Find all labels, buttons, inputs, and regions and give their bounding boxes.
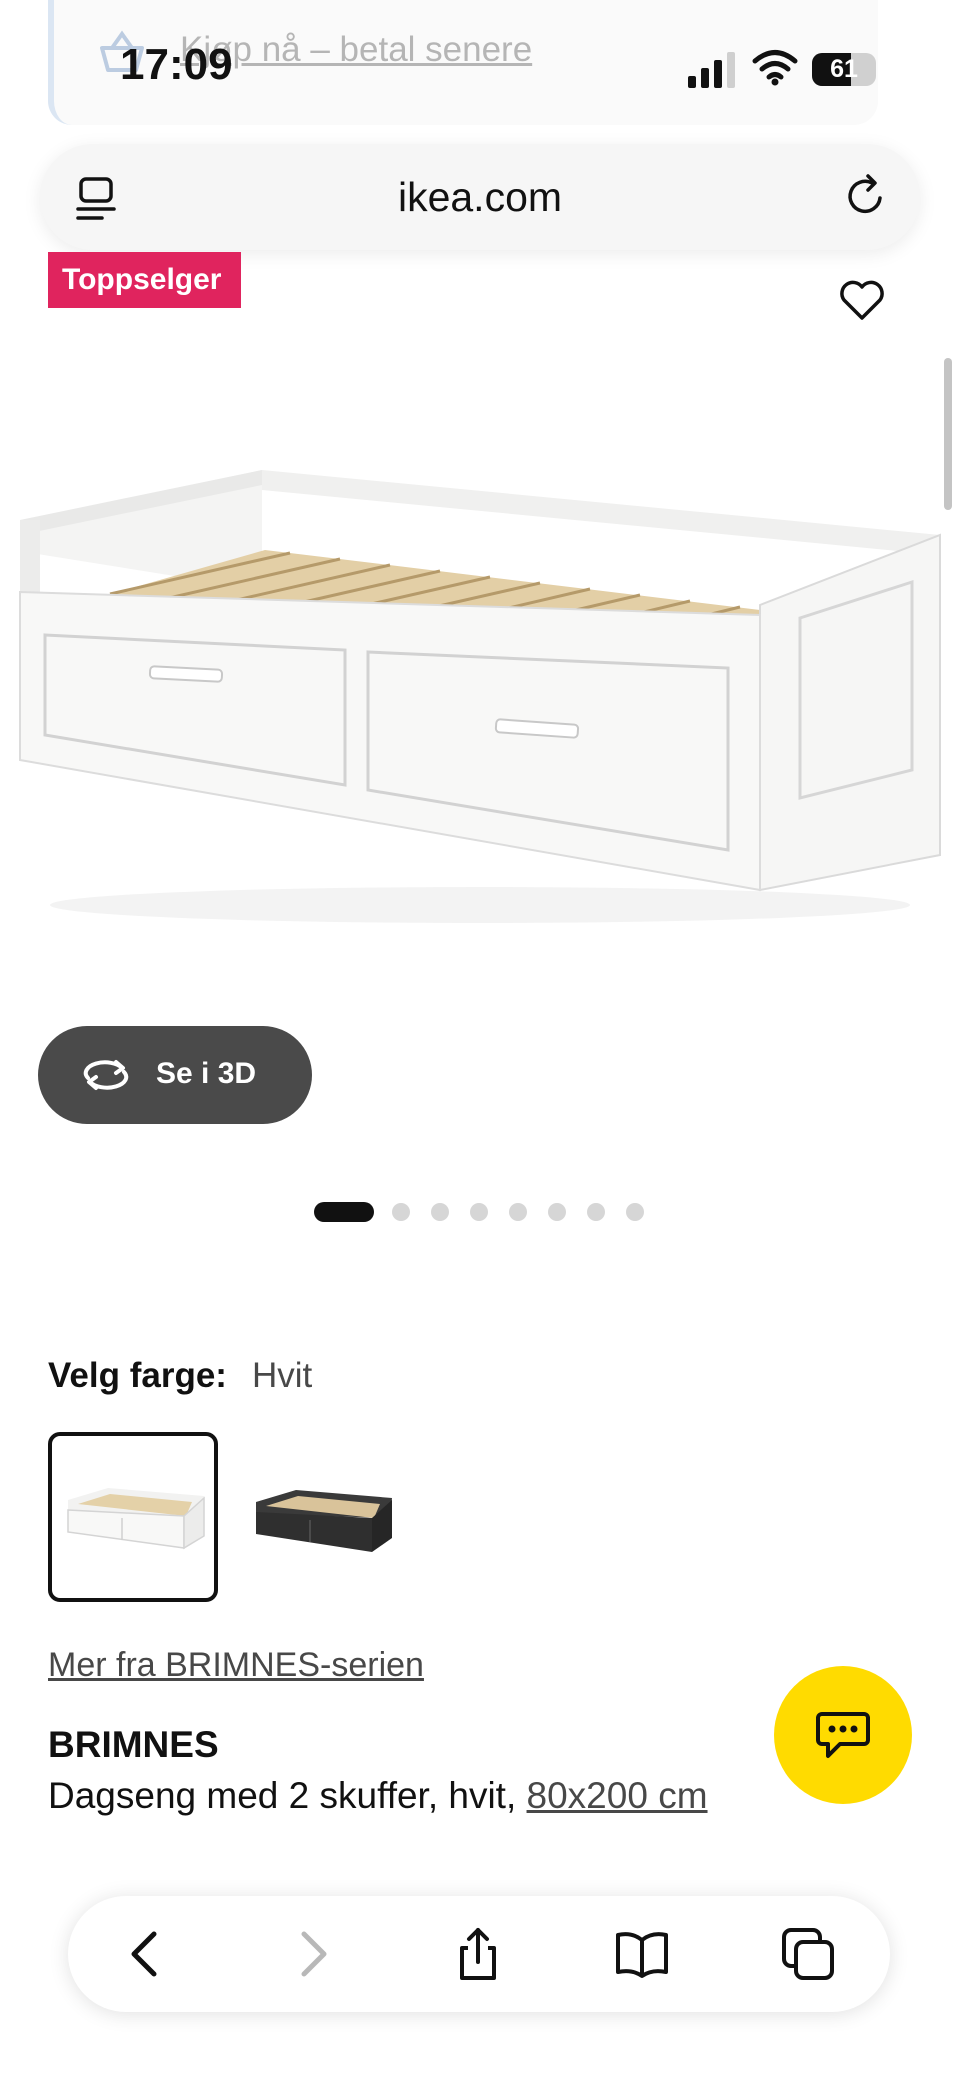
selected-color-value: Hvit xyxy=(252,1356,313,1395)
browser-toolbar xyxy=(68,1896,890,2012)
back-arrow-icon[interactable] xyxy=(118,1926,174,1982)
favorite-heart-icon[interactable] xyxy=(838,278,886,322)
carousel-dot[interactable] xyxy=(548,1203,566,1221)
product-image-daybed-white[interactable] xyxy=(0,330,960,1030)
color-label: Velg farge: xyxy=(48,1356,227,1395)
product-description: Dagseng med 2 skuffer, hvit, 80x200 cm xyxy=(48,1775,708,1817)
battery-percent: 61 xyxy=(830,55,858,83)
product-size-link[interactable]: 80x200 cm xyxy=(527,1775,708,1816)
rotate-3d-icon xyxy=(83,1060,129,1090)
carousel-dot[interactable] xyxy=(431,1203,449,1221)
forward-arrow-icon[interactable] xyxy=(284,1926,340,1982)
black-brown-daybed-thumbnail xyxy=(256,1490,392,1552)
series-link[interactable]: Mer fra BRIMNES-serien xyxy=(48,1646,424,1685)
wifi-icon xyxy=(752,50,798,86)
chat-support-button[interactable] xyxy=(774,1666,912,1804)
color-swatch-white[interactable] xyxy=(48,1432,218,1602)
color-swatch-black-brown[interactable] xyxy=(242,1432,412,1602)
view-in-3d-button[interactable]: Se i 3D xyxy=(38,1026,312,1124)
product-name: BRIMNES xyxy=(48,1724,219,1765)
carousel-dot[interactable] xyxy=(626,1203,644,1221)
carousel-dot[interactable] xyxy=(587,1203,605,1221)
chat-bubble-icon xyxy=(816,1712,870,1758)
cellular-signal-icon xyxy=(688,52,735,88)
address-bar[interactable]: ikea.com xyxy=(40,144,920,250)
product-description-text: Dagseng med 2 skuffer, hvit, xyxy=(48,1775,517,1816)
white-daybed-thumbnail xyxy=(67,1488,205,1550)
carousel-dot[interactable] xyxy=(392,1203,410,1221)
tabs-icon[interactable] xyxy=(780,1926,836,1982)
top-seller-badge: Toppselger xyxy=(48,252,241,308)
battery-indicator: 61 xyxy=(812,53,876,86)
view-in-3d-label: Se i 3D xyxy=(156,1057,257,1090)
carousel-dot[interactable] xyxy=(509,1203,527,1221)
carousel-dot[interactable] xyxy=(470,1203,488,1221)
url-text[interactable]: ikea.com xyxy=(40,174,920,221)
carousel-dot-active[interactable] xyxy=(314,1202,374,1222)
status-time: 17:09 xyxy=(120,40,233,89)
bookmarks-book-icon[interactable] xyxy=(614,1926,670,1982)
reload-icon[interactable] xyxy=(842,172,890,220)
share-icon[interactable] xyxy=(450,1926,506,1982)
image-carousel-dots[interactable] xyxy=(0,1200,960,1224)
pay-later-link[interactable]: Kjøp nå – betal senere xyxy=(180,30,532,70)
